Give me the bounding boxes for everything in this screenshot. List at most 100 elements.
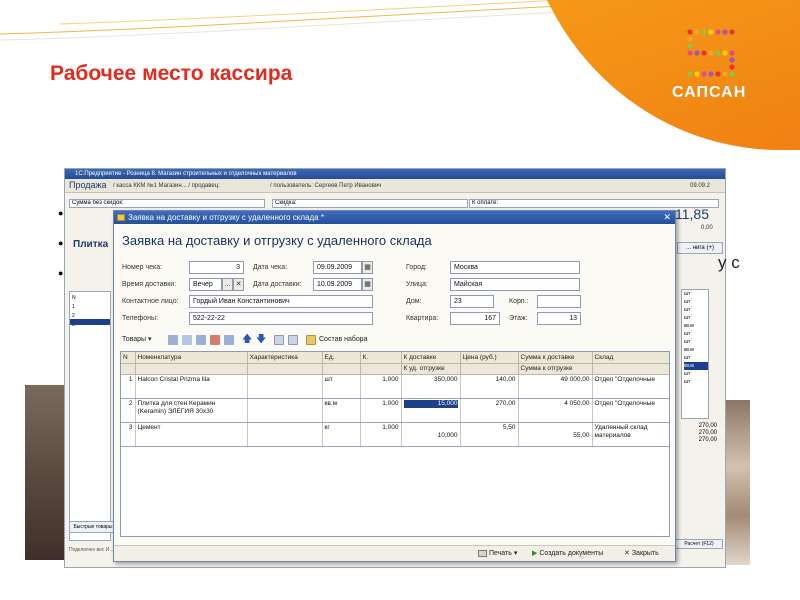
clear-icon[interactable]: ✕ [233, 278, 244, 291]
flat-field[interactable]: 167 [450, 312, 500, 325]
unit-list-item[interactable]: шт [684, 354, 708, 362]
col-price[interactable]: Цена (руб.) [460, 352, 519, 364]
goods-menu-button[interactable]: Товары ▾ [122, 333, 152, 347]
total-amount: 11,85 [675, 206, 709, 222]
check-no-label: Номер чека: [122, 264, 163, 271]
col-warehouse[interactable]: Склад [592, 352, 669, 364]
orange-corner-band [520, 0, 800, 150]
check-date-field[interactable]: 09.09.2009 [313, 261, 362, 274]
document-icon [117, 214, 125, 221]
contact-field[interactable]: Гордый Иван Константинович [189, 295, 373, 308]
col-k[interactable]: К. [360, 352, 402, 364]
slide-title: Рабочее место кассира [50, 62, 293, 85]
sort-asc-icon[interactable] [274, 335, 284, 345]
building-field[interactable] [537, 295, 581, 308]
payment-f12-button[interactable]: Расчет (F12) [675, 539, 723, 549]
delivery-time-field[interactable]: Вечер [189, 278, 222, 291]
street-label: Улица: [406, 281, 428, 288]
unit-list-item[interactable]: шт [684, 290, 708, 298]
add-row-icon[interactable] [168, 335, 178, 345]
copy-row-icon[interactable] [182, 335, 192, 345]
discount-field: Скидка: [272, 199, 468, 208]
col-unit[interactable]: Ед. [322, 352, 361, 364]
table-row[interactable]: 3 Цемент кг 1,000 10,000 5,50 55,00 Удал… [121, 422, 669, 447]
unit-list-item[interactable]: шт [684, 378, 708, 386]
house-field[interactable]: 23 [450, 295, 494, 308]
fill-icon[interactable] [224, 335, 234, 345]
unit-list-item[interactable]: шт [684, 338, 708, 346]
calendar-icon[interactable]: ▦ [362, 278, 373, 291]
print-button[interactable]: Печать ▾ [478, 548, 517, 560]
slide-trailing-text: у с [718, 253, 740, 272]
delivery-date-label: Дата доставки: [253, 281, 302, 288]
unit-list-item[interactable]: шт [684, 330, 708, 338]
unit-list-item[interactable]: шт [684, 370, 708, 378]
edit-row-icon[interactable] [196, 335, 206, 345]
col-n[interactable]: N [121, 352, 136, 364]
floor-label: Этаж: [509, 315, 528, 322]
unit-list-item[interactable]: кв.м [684, 346, 708, 354]
phones-field[interactable]: 522-22-22 [189, 312, 373, 325]
table-row[interactable]: 1 Halcon Cristal Prizma lila шт 1,000 35… [121, 374, 669, 399]
header-cashbox: / касса ККМ №1 Магазин... / продавец: [113, 183, 220, 189]
section-title: Продажа [69, 180, 107, 190]
select-ellipsis-button[interactable]: … [222, 278, 233, 291]
col-characteristic[interactable]: Характеристика [247, 352, 323, 364]
street-field[interactable]: Майская [450, 278, 580, 291]
col-nomenclature[interactable]: Номенклатура [135, 352, 248, 364]
col-sum-deliver[interactable]: Сумма к доставке [518, 352, 593, 364]
calendar-icon[interactable]: ▦ [362, 261, 373, 274]
sales-list[interactable]: N 1 2 3 [69, 291, 111, 541]
quick-goods-button[interactable]: Быстрые товары [69, 521, 117, 533]
unit-list-item[interactable]: шт [684, 298, 708, 306]
unit-list-item[interactable]: кв.м [684, 362, 708, 370]
close-icon[interactable]: ✕ [663, 211, 671, 224]
units-list[interactable]: шт шт шт шт кв.м шт шт кв.м шт кв.м шт шт [681, 289, 709, 419]
floor-field[interactable]: 13 [537, 312, 581, 325]
sort-desc-icon[interactable] [288, 335, 298, 345]
delivery-request-dialog: Заявка на доставку и отгрузку с удаленно… [113, 210, 676, 562]
header-user: / пользователь: Сергеев Петр Иванович [270, 183, 382, 189]
dialog-window-title: Заявка на доставку и отгрузку с удаленно… [128, 213, 324, 222]
col-to-ship[interactable]: К уд. отгрузке [401, 363, 461, 375]
city-label: Город: [406, 264, 427, 271]
unit-list-item[interactable]: шт [684, 306, 708, 314]
sum-no-discount-field: Сумма без скидок: [69, 199, 265, 208]
dialog-heading: Заявка на доставку и отгрузку с удаленно… [122, 233, 432, 248]
close-icon: ✕ [624, 550, 630, 557]
col-sum-ship[interactable]: Сумма к отгрузке [518, 363, 593, 375]
slide-bullets: ● ● ● [58, 208, 64, 278]
dialog-footer: Печать ▾ ▶ Создать документы ✕ Закрыть [114, 545, 675, 561]
selected-cell: 15,000 [403, 399, 458, 408]
move-up-icon[interactable]: 🡅 [242, 333, 252, 347]
close-button[interactable]: ✕ Закрыть [624, 548, 659, 560]
amount-zero: 0,00 [701, 225, 713, 231]
set-composition-icon[interactable] [306, 335, 316, 345]
item-preview: Плитка [73, 239, 109, 250]
city-field[interactable]: Москва [450, 261, 580, 274]
totals-row: Сумма без скидок: Скидка: К оплате: [69, 199, 719, 209]
move-down-icon[interactable]: 🡇 [256, 333, 266, 347]
col-to-deliver[interactable]: К доставке [401, 352, 461, 364]
printer-icon [478, 549, 487, 557]
check-no-field[interactable]: 3 [189, 261, 244, 274]
create-documents-button[interactable]: ▶ Создать документы [532, 548, 603, 560]
set-composition-button[interactable]: Состав набора [319, 333, 368, 347]
building-label: Корп.: [509, 298, 529, 305]
phones-label: Телефоны: [122, 315, 159, 322]
dialog-titlebar: Заявка на доставку и отгрузку с удаленно… [114, 211, 675, 224]
goods-table[interactable]: N Номенклатура Характеристика Ед. К. К д… [120, 351, 670, 537]
goods-toolbar: Товары ▾ 🡅 🡇 Состав набора [120, 333, 670, 347]
main-window-title: 1С:Предприятие - Розница 8. Магазин стро… [65, 169, 725, 179]
logo-text: САПСАН [672, 84, 747, 101]
table-row[interactable]: 2 Плитка для стен Керамин (Keramin) ЭЛЕГ… [121, 398, 669, 423]
right-totals: 270,00 270,00 270,00 [698, 423, 717, 443]
right-panel-button[interactable]: ... нига (+) [677, 242, 723, 254]
unit-list-item[interactable]: кв.м [684, 322, 708, 330]
delivery-date-field[interactable]: 10.09.2009 [313, 278, 362, 291]
contact-label: Контактное лицо: [122, 298, 179, 305]
delete-row-icon[interactable] [210, 335, 220, 345]
unit-list-item[interactable]: шт [684, 314, 708, 322]
flat-label: Квартира: [406, 315, 439, 322]
house-label: Дом: [406, 298, 422, 305]
